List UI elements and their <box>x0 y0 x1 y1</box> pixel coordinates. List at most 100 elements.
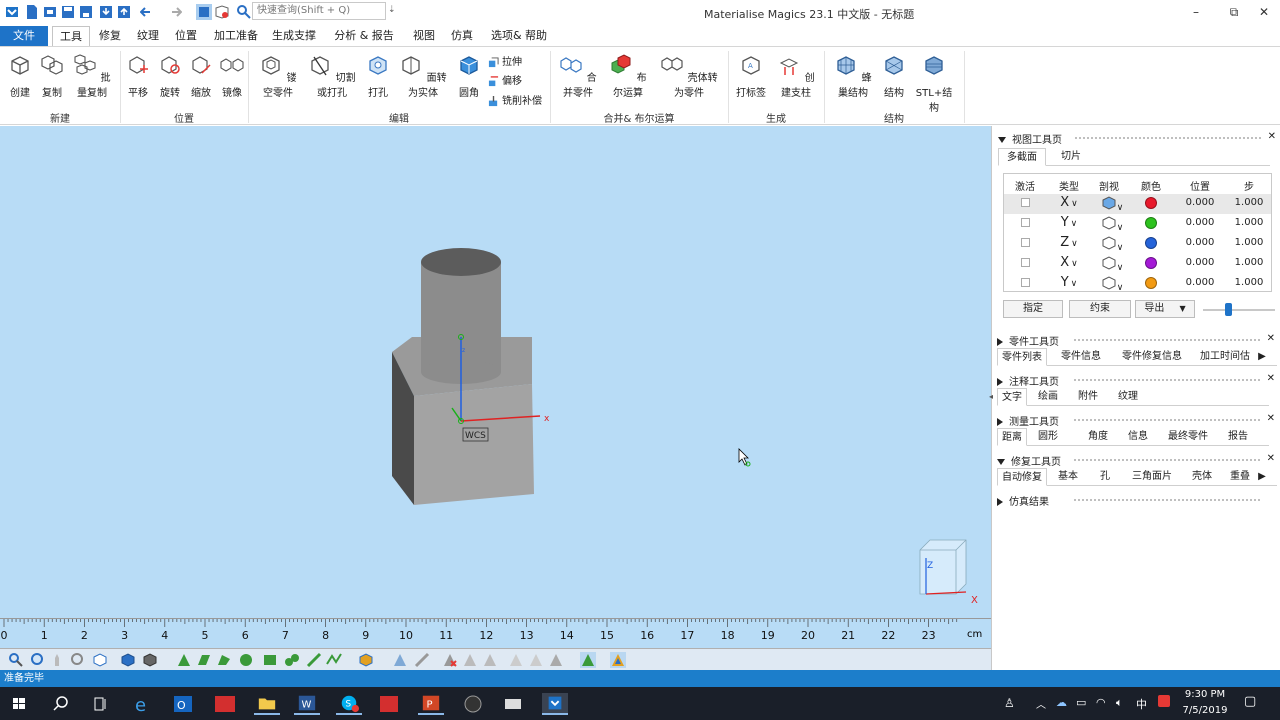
tab-part-info[interactable]: 零件信息 <box>1055 348 1107 366</box>
mark-multi-icon[interactable] <box>326 652 342 668</box>
tab-simulation[interactable]: 仿真 <box>446 26 478 46</box>
solid-view-icon[interactable] <box>142 652 158 668</box>
powerpoint-icon[interactable]: P <box>418 693 444 715</box>
section-row[interactable]: X ∨ ∨ 0.000 1.000 <box>1004 254 1271 274</box>
select-triangles-icon[interactable] <box>392 652 408 668</box>
create-support-button[interactable]: 创建支柱 <box>774 53 818 99</box>
section-type[interactable]: Y ∨ <box>1056 275 1082 290</box>
people-icon[interactable]: ♙ <box>1004 696 1015 710</box>
mark-wave-icon[interactable] <box>284 652 300 668</box>
merge-parts-button[interactable]: 合并零件 <box>556 53 600 99</box>
mark-surface-icon[interactable] <box>216 652 232 668</box>
section-slider-thumb[interactable] <box>1225 303 1233 316</box>
zoom-fit-icon[interactable] <box>70 652 86 668</box>
extrude-button[interactable]: 拉伸 <box>488 53 522 68</box>
section-row[interactable]: X ∨ ∨ 0.000 1.000 <box>1004 194 1271 214</box>
section-view-select[interactable]: ∨ <box>1096 236 1128 253</box>
delete-marked-icon[interactable] <box>442 652 458 668</box>
tab-report[interactable]: 报告 <box>1223 428 1253 446</box>
scale-button[interactable]: 缩放 <box>187 53 215 99</box>
tray-expand-icon[interactable]: ︿ <box>1036 696 1046 711</box>
tab-draw[interactable]: 绘画 <box>1033 388 1063 406</box>
edge-browser-icon[interactable]: e <box>130 693 156 715</box>
tab-angle[interactable]: 角度 <box>1083 428 1113 446</box>
unmark-icon[interactable] <box>358 652 374 668</box>
section-type[interactable]: Z ∨ <box>1056 235 1082 250</box>
zoom-window-icon[interactable] <box>30 652 46 668</box>
tray-app-icon[interactable] <box>1158 695 1170 707</box>
mark-rect-icon[interactable] <box>262 652 278 668</box>
tabs-scroll-right-icon[interactable]: ▶ <box>1257 348 1267 366</box>
section-color-swatch[interactable] <box>1144 257 1158 272</box>
close-icon[interactable]: ✕ <box>1267 333 1275 344</box>
import-icon[interactable] <box>98 4 114 20</box>
close-icon[interactable]: ✕ <box>1268 131 1276 142</box>
new-file-icon[interactable] <box>24 4 40 20</box>
shrink-mark-icon[interactable] <box>508 652 524 668</box>
offset-button[interactable]: 偏移 <box>488 72 522 87</box>
save-icon[interactable] <box>60 4 76 20</box>
active-checkbox[interactable] <box>1020 218 1030 230</box>
tab-supports[interactable]: 生成支撑 <box>268 26 320 46</box>
section-position[interactable]: 0.000 <box>1182 257 1218 268</box>
zoom-icon[interactable] <box>8 652 24 668</box>
youdao-icon[interactable] <box>212 693 238 715</box>
hollow-button[interactable]: 镂空零件 <box>256 53 300 99</box>
section-type[interactable]: X ∨ <box>1056 255 1082 270</box>
close-icon[interactable]: ✕ <box>1267 413 1275 424</box>
tab-attachment[interactable]: 附件 <box>1073 388 1103 406</box>
tab-basic[interactable]: 基本 <box>1053 468 1083 486</box>
outlook-icon[interactable]: O <box>170 693 196 715</box>
section-color-swatch[interactable] <box>1144 217 1158 232</box>
repair-page-header[interactable]: 修复工具页 ✕ <box>997 453 1275 468</box>
tab-build-prep[interactable]: 加工准备 <box>210 26 262 46</box>
minimize-button[interactable]: – <box>1176 0 1216 24</box>
navigation-cube[interactable]: Z X <box>919 539 978 606</box>
ime-indicator[interactable]: 中 <box>1136 696 1147 712</box>
measure-page-header[interactable]: 测量工具页 ✕ <box>997 413 1275 428</box>
app-circle-icon[interactable] <box>460 693 486 715</box>
section-step[interactable]: 1.000 <box>1234 277 1264 288</box>
honeycomb-button[interactable]: 蜂巢结构 <box>832 53 874 99</box>
section-type[interactable]: Y ∨ <box>1056 215 1082 230</box>
section-position[interactable]: 0.000 <box>1182 237 1218 248</box>
tab-triangles[interactable]: 三角面片 <box>1127 468 1177 486</box>
section-position[interactable]: 0.000 <box>1182 197 1218 208</box>
export-button[interactable]: 导出 ▼ <box>1135 300 1195 318</box>
section-step[interactable]: 1.000 <box>1234 257 1264 268</box>
close-icon[interactable]: ✕ <box>1267 453 1275 464</box>
section-step[interactable]: 1.000 <box>1234 217 1264 228</box>
mirror-button[interactable]: 镜像 <box>218 53 246 99</box>
rotate-button[interactable]: 旋转 <box>156 53 184 99</box>
punch-button[interactable]: 打孔 <box>364 53 392 99</box>
export-icon[interactable] <box>116 4 132 20</box>
section-step[interactable]: 1.000 <box>1234 237 1264 248</box>
network-icon[interactable]: ▭ <box>1076 696 1086 709</box>
tab-distance[interactable]: 距离 <box>997 428 1027 446</box>
close-button[interactable]: ✕ <box>1244 0 1280 24</box>
section-slider-track[interactable] <box>1203 309 1275 311</box>
section-type[interactable]: X ∨ <box>1056 195 1082 210</box>
shaded-view-icon[interactable] <box>120 652 136 668</box>
triangle-info-icon[interactable] <box>548 652 564 668</box>
tab-analysis[interactable]: 分析 & 报告 <box>330 26 398 46</box>
section-step[interactable]: 1.000 <box>1234 197 1264 208</box>
tab-build-time[interactable]: 加工时间估 <box>1195 348 1255 366</box>
3d-viewport[interactable]: z x WCS Z X <box>0 126 991 618</box>
expand-icon[interactable] <box>997 378 1003 386</box>
tab-info[interactable]: 信息 <box>1123 428 1153 446</box>
section-color-swatch[interactable] <box>1144 277 1158 292</box>
file-explorer-icon[interactable] <box>254 693 280 715</box>
mark-shell-icon[interactable] <box>238 652 254 668</box>
tab-auto-repair[interactable]: 自动修复 <box>997 468 1047 486</box>
stl-structure-button[interactable]: STL+结构 <box>912 53 956 114</box>
invert-mark-icon[interactable] <box>462 652 478 668</box>
active-checkbox[interactable] <box>1020 198 1030 210</box>
annotation-page-header[interactable]: 注释工具页 ✕ <box>997 373 1275 388</box>
expand-mark-icon[interactable] <box>482 652 498 668</box>
tab-texture[interactable]: 纹理 <box>132 26 164 46</box>
tab-file[interactable]: 文件 <box>0 26 48 46</box>
copy-button[interactable]: 复制 <box>38 53 66 99</box>
tab-part-repair-info[interactable]: 零件修复信息 <box>1115 348 1189 366</box>
part-select-icon[interactable] <box>214 4 230 20</box>
